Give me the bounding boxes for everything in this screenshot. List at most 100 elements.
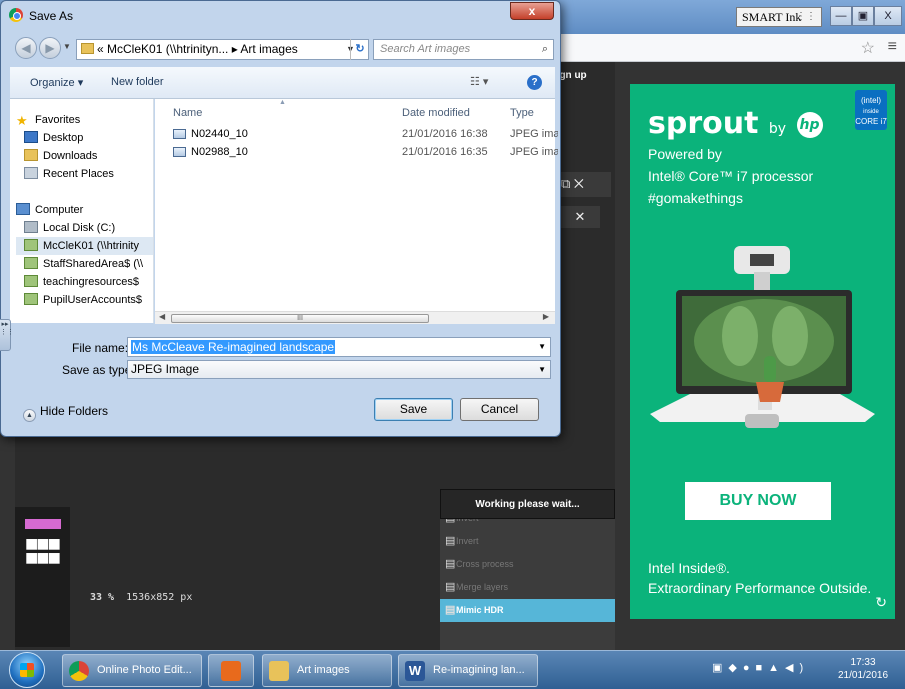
filter-item[interactable]: ▤Invert <box>440 530 615 553</box>
file-row[interactable]: N02440_10 21/01/2016 16:38 JPEG image <box>171 126 561 142</box>
search-input[interactable]: Search Art images ⌕ <box>373 39 554 60</box>
hide-folders-button[interactable]: ▲ Hide Folders <box>23 404 108 422</box>
refresh-button[interactable]: ↻ <box>350 39 369 60</box>
bookmark-star-icon[interactable]: ☆ <box>861 38 875 58</box>
disk-icon <box>24 221 38 233</box>
dialog-close-button[interactable]: x <box>510 2 554 20</box>
nav-favorites[interactable]: ★ Favorites <box>16 111 153 129</box>
panel-close-button[interactable]: ✕ <box>560 206 600 228</box>
system-tray-icons[interactable]: ▣◆●■▲◀) <box>712 661 809 674</box>
ad-tagline-1: Intel Inside®. <box>648 560 730 576</box>
nav-local-disk[interactable]: Local Disk (C:) <box>24 219 153 237</box>
chevron-down-icon[interactable]: ▼ <box>538 361 546 378</box>
nav-computer[interactable]: Computer <box>16 201 153 219</box>
recent-locations-dropdown-icon[interactable]: ▼ <box>63 42 71 51</box>
taskbar-item-chrome[interactable]: Online Photo Edit... <box>62 654 202 687</box>
dialog-toolbar: Organize ▾ New folder ☷ ▾ ? <box>10 67 555 99</box>
grid-icon[interactable]: ■■■ ■■■ <box>25 533 61 569</box>
nav-recent-places[interactable]: Recent Places <box>24 165 153 183</box>
nav-drive-staffshared[interactable]: StaffSharedArea$ (\\ <box>24 255 153 273</box>
file-date: 21/01/2016 16:35 <box>402 146 488 158</box>
nav-label: Computer <box>35 204 84 216</box>
column-header-type[interactable]: Type <box>510 107 534 119</box>
side-panel-grip[interactable]: ▸▸ ⋮⋮ <box>0 319 14 351</box>
menu-icon[interactable]: ≡ <box>888 38 897 56</box>
filter-item[interactable]: ▤ Cross process <box>440 553 615 576</box>
nav-label: Recent Places <box>43 168 114 180</box>
back-button[interactable]: ◀ <box>15 37 37 59</box>
new-folder-button[interactable]: New folder <box>111 76 164 88</box>
cancel-button[interactable]: Cancel <box>460 398 539 421</box>
file-row[interactable]: N02988_10 21/01/2016 16:35 JPEG image <box>171 144 561 160</box>
nav-label: Favorites <box>35 114 81 126</box>
taskbar-item-explorer[interactable]: Art images <box>262 654 392 687</box>
column-header-name[interactable]: Name <box>173 107 202 119</box>
taskbar: Online Photo Edit... Art images W Re-ima… <box>0 650 905 689</box>
nav-label: McCleK01 (\\htrinity <box>43 240 139 252</box>
ad-powered-by: Powered by <box>648 146 722 162</box>
ad-processor: Intel® Core™ i7 processor <box>648 168 814 184</box>
taskbar-item-media[interactable] <box>208 654 254 687</box>
sprout-device-image <box>650 246 875 428</box>
change-view-icon[interactable]: ☷ ▾ <box>470 75 488 88</box>
ad-hashtag: #gomakethings <box>648 190 743 206</box>
filter-icon: ▤ <box>445 604 456 616</box>
nav-drive-mcclek01[interactable]: McCleK01 (\\htrinity <box>16 237 153 255</box>
column-header-date[interactable]: Date modified <box>402 107 470 119</box>
organize-button[interactable]: Organize ▾ <box>30 76 83 89</box>
save-type-select[interactable]: JPEG Image ▼ <box>127 360 551 379</box>
start-button[interactable] <box>9 652 45 688</box>
network-drive-icon <box>24 293 38 305</box>
filter-label: Cross process <box>456 559 514 569</box>
refresh-icon[interactable]: ↻ <box>875 594 887 611</box>
address-breadcrumb[interactable]: « McCleK01 (\\htrinityn... ▸ Art images <box>76 39 369 60</box>
save-button[interactable]: Save <box>374 398 453 421</box>
horizontal-scrollbar[interactable]: ◀ III ▶ <box>155 311 555 324</box>
clock[interactable]: 17:33 21/01/2016 <box>838 656 888 682</box>
scroll-right-icon[interactable]: ▶ <box>543 312 549 321</box>
file-name-label: File name: <box>72 341 129 355</box>
word-icon: W <box>405 661 425 681</box>
address-path: « McCleK01 (\\htrinityn... ▸ Art images <box>97 42 298 56</box>
minimize-button[interactable]: — <box>830 6 852 26</box>
panel-controls[interactable]: ⧉ ✕ <box>555 172 611 197</box>
taskbar-item-word[interactable]: W Re-imagining lan... <box>398 654 538 687</box>
search-icon[interactable]: ⌕ <box>542 40 548 59</box>
chevron-down-icon[interactable]: ▼ <box>538 338 546 356</box>
save-as-dialog: Save As x ◀ ▶ ▼ « McCleK01 (\\htrinityn.… <box>0 0 561 437</box>
file-type: JPEG image <box>510 146 558 158</box>
file-name-field[interactable]: Ms McCleave Re-imagined landscape ▼ <box>127 337 551 357</box>
nav-drive-teachingresources[interactable]: teachingresources$ <box>24 273 153 291</box>
zoom-unit: % <box>108 592 115 603</box>
help-icon[interactable]: ? <box>527 75 542 90</box>
image-file-icon <box>173 147 186 157</box>
media-player-icon <box>221 661 241 681</box>
nav-drive-pupiluseraccounts[interactable]: PupilUserAccounts$ <box>24 291 153 309</box>
scrollbar-thumb[interactable]: III <box>171 314 429 323</box>
smart-ink-label: SMART Ink <box>742 10 802 24</box>
buy-now-button[interactable]: BUY NOW <box>685 482 831 520</box>
advertisement[interactable]: (intel) inside CORE i7 sprout by hp Powere… <box>630 84 895 619</box>
smart-ink-toolbar[interactable]: SMART Ink ⋮⋮ <box>736 7 822 27</box>
ad-by: by <box>768 121 787 137</box>
filter-item-mimic-hdr[interactable]: ▤ Mimic HDR <box>440 599 615 622</box>
forward-button[interactable]: ▶ <box>39 37 61 59</box>
search-placeholder: Search Art images <box>380 43 471 55</box>
network-drive-icon <box>24 275 38 287</box>
restore-button[interactable]: ▣ <box>852 6 874 26</box>
working-status: Working please wait... <box>440 489 615 519</box>
pink-tool-swatch[interactable] <box>25 519 61 529</box>
scroll-left-icon[interactable]: ◀ <box>159 312 165 321</box>
ad-brand: sprout by hp <box>648 106 823 141</box>
chrome-icon <box>9 8 23 22</box>
file-name: N02988_10 <box>191 146 248 158</box>
filter-label: Invert <box>456 536 479 546</box>
nav-desktop[interactable]: Desktop <box>24 129 153 147</box>
nav-label: Desktop <box>43 132 84 144</box>
star-icon: ★ <box>16 113 28 128</box>
intel-badge-logo: (intel) inside CORE i7 <box>855 90 887 130</box>
filter-item[interactable]: ▤ Merge layers <box>440 576 615 599</box>
taskbar-label: Online Photo Edit... <box>97 664 192 676</box>
close-window-button[interactable]: X <box>874 6 902 26</box>
nav-downloads[interactable]: Downloads <box>24 147 153 165</box>
